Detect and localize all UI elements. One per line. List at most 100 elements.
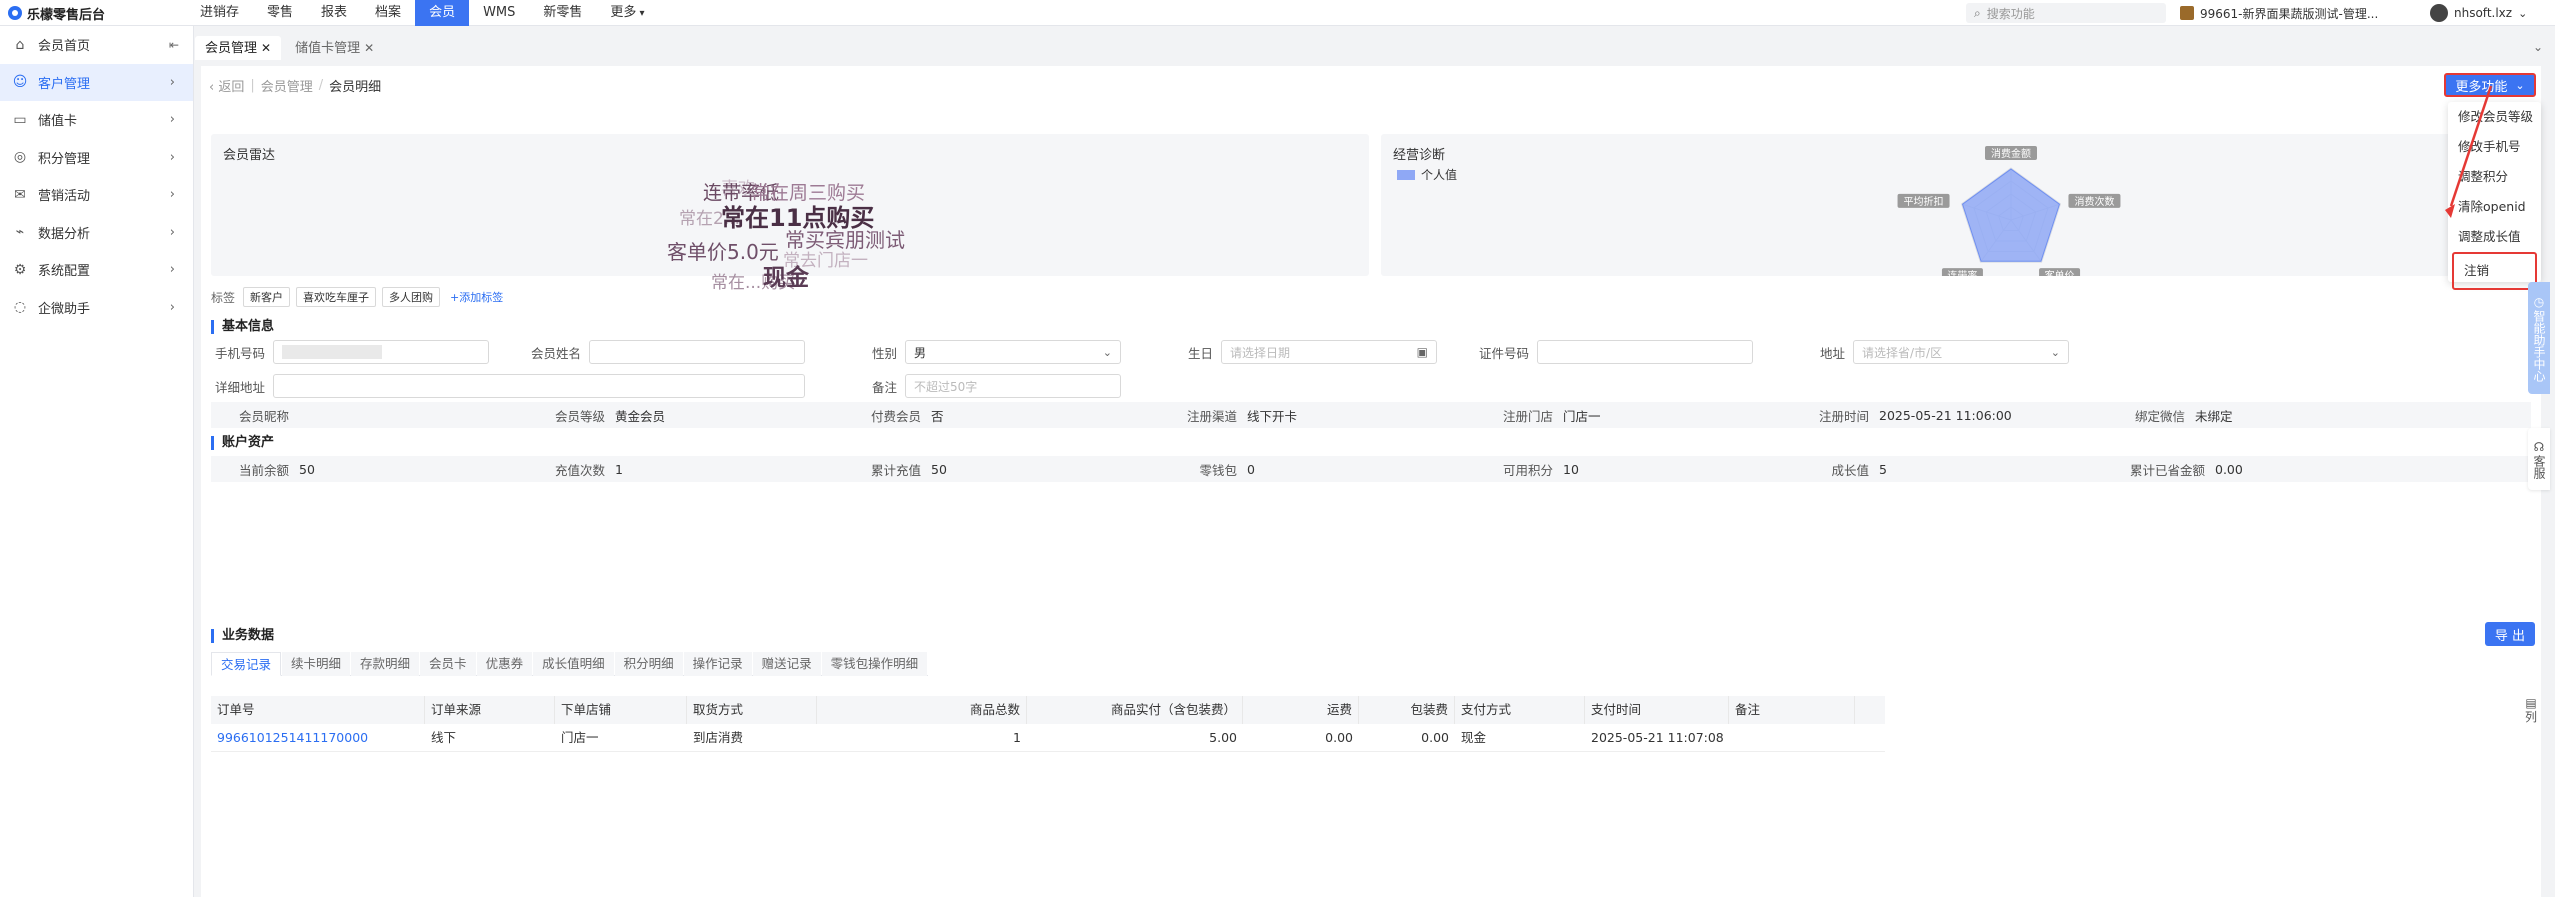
subtab-renewal[interactable]: 续卡明细 xyxy=(282,652,351,676)
remark-label: 备注 xyxy=(871,379,897,395)
menu-item-deregister[interactable]: 注销 xyxy=(2452,252,2537,290)
subtab-gifts[interactable]: 赠送记录 xyxy=(752,652,821,676)
subtab-coupons[interactable]: 优惠券 xyxy=(476,652,533,676)
calendar-icon: ▣ xyxy=(1416,345,1428,359)
region-placeholder: 请选择省/市/区 xyxy=(1862,345,1943,360)
back-link[interactable]: ‹ 返回 xyxy=(209,76,244,95)
kv-key: 累计已省金额 xyxy=(2129,462,2205,478)
detail-address-field: 详细地址 xyxy=(211,372,805,400)
birthday-picker[interactable]: 请选择日期 ▣ xyxy=(1221,340,1437,364)
member-name-input[interactable] xyxy=(589,340,805,364)
phone-field: 手机号码 xyxy=(211,338,489,366)
radar-axis-label: 消费次数 xyxy=(2074,195,2114,208)
subtab-operations[interactable]: 操作记录 xyxy=(683,652,752,676)
breadcrumb-parent[interactable]: 会员管理 xyxy=(261,76,313,95)
radar-chart: 消费金额消费次数客单价 连带率 平均折扣 xyxy=(1897,146,2121,276)
order-number-link[interactable]: 9966101251411170000 xyxy=(211,724,425,752)
column-header: 订单来源 xyxy=(425,696,555,724)
user-menu[interactable]: nhsoft.lxz ⌄ xyxy=(2430,3,2527,23)
kv-value: 线下开卡 xyxy=(1247,408,1298,424)
tag-item[interactable]: 多人团购 xyxy=(382,287,441,307)
nav-item-inventory[interactable]: 进销存 xyxy=(186,0,253,26)
sidebar-item-label: 系统配置 xyxy=(38,264,91,280)
sidebar-item-member-home[interactable]: ⌂ 会员首页 ⇤ xyxy=(0,26,193,64)
sidebar-item-analytics[interactable]: ⌁ 数据分析 › xyxy=(0,214,193,252)
customer-service-float[interactable]: ☊ 客服 xyxy=(2528,428,2550,490)
collapse-sidebar-icon[interactable]: ⇤ xyxy=(169,38,179,52)
table-header: 订单号 订单来源 下单店铺 取货方式 商品总数 商品实付（含包装费） 运费 包装… xyxy=(211,696,1885,724)
chevron-down-icon: ⌄ xyxy=(1102,345,1112,359)
nav-item-new-retail[interactable]: 新零售 xyxy=(529,0,596,26)
detail-address-input[interactable] xyxy=(273,374,805,398)
radar-axis-label: 平均折扣 xyxy=(1904,195,1944,208)
add-tag-button[interactable]: +添加标签 xyxy=(450,289,503,305)
nav-item-wms[interactable]: WMS xyxy=(469,0,529,26)
gender-select[interactable]: 男 ⌄ xyxy=(905,340,1121,364)
subtab-deposit[interactable]: 存款明细 xyxy=(351,652,420,676)
top-search-input[interactable]: ⌕ 搜索功能 xyxy=(1966,3,2166,23)
subtab-transactions[interactable]: 交易记录 xyxy=(211,652,282,676)
close-icon[interactable]: ✕ xyxy=(364,41,374,55)
nav-item-reports[interactable]: 报表 xyxy=(307,0,361,26)
tabs-more-icon[interactable]: ⌄ xyxy=(2533,40,2543,54)
nav-item-archive[interactable]: 档案 xyxy=(361,0,415,26)
coin-icon: ◎ xyxy=(13,149,27,166)
tag-item[interactable]: 喜欢吃车厘子 xyxy=(296,287,377,307)
kv-key: 充值次数 xyxy=(554,462,605,478)
region-select[interactable]: 请选择省/市/区 ⌄ xyxy=(1853,340,2069,364)
address-field: 地址 请选择省/市/区 ⌄ xyxy=(1791,338,2069,366)
remark-input[interactable]: 不超过50字 xyxy=(905,374,1121,398)
member-level: 会员等级 黄金会员 xyxy=(527,402,665,428)
phone-label: 手机号码 xyxy=(214,345,265,361)
sidebar-item-config[interactable]: ⚙ 系统配置 › xyxy=(0,251,193,289)
id-number-input[interactable] xyxy=(1537,340,1753,364)
nav-item-member[interactable]: 会员 xyxy=(415,0,470,26)
sidebar-item-label: 企微助手 xyxy=(38,301,91,317)
kv-key: 注册门店 xyxy=(1502,408,1553,424)
radar-series-area xyxy=(1961,168,2061,262)
subtab-wallet-ops[interactable]: 零钱包操作明细 xyxy=(821,652,928,676)
sidebar-item-points[interactable]: ◎ 积分管理 › xyxy=(0,139,193,177)
sidebar-item-wecom[interactable]: ◌ 企微助手 › xyxy=(0,289,193,327)
business-subtabs: 交易记录 续卡明细 存款明细 会员卡 优惠券 成长值明细 积分明细 操作记录 赠… xyxy=(211,652,929,676)
table-cell: 0.00 xyxy=(1421,730,1449,745)
breadcrumb-divider: | xyxy=(250,78,255,93)
sidebar-item-label: 储值卡 xyxy=(38,114,78,130)
app-logo[interactable]: 乐檬零售后台 xyxy=(8,4,105,23)
masked-phone xyxy=(282,345,382,359)
kv-key: 绑定微信 xyxy=(2134,408,2185,424)
kv-key: 注册时间 xyxy=(1818,408,1869,424)
store-selector[interactable]: 99661-新界面果蔬版测试-管理... xyxy=(2180,3,2400,23)
tab-stored-card-management[interactable]: 储值卡管理 ✕ xyxy=(285,36,384,60)
chevron-right-icon: › xyxy=(169,224,175,240)
kv-value: 否 xyxy=(931,408,944,424)
tag-item[interactable]: 新客户 xyxy=(243,287,291,307)
headset-icon: ☊ xyxy=(2533,440,2545,454)
app-root: 乐檬零售后台 进销存 零售 报表 档案 会员 WMS 新零售 更多 ▾ ⌕ 搜索功… xyxy=(0,0,2555,897)
phone-input[interactable] xyxy=(273,340,489,364)
nav-item-retail[interactable]: 零售 xyxy=(253,0,307,26)
transactions-table: 订单号 订单来源 下单店铺 取货方式 商品总数 商品实付（含包装费） 运费 包装… xyxy=(211,696,1885,752)
kv-value: 门店一 xyxy=(1563,408,1601,424)
chevron-down-icon: ⌄ xyxy=(2050,345,2060,359)
subtab-growth[interactable]: 成长值明细 xyxy=(533,652,614,676)
birthday-label: 生日 xyxy=(1187,345,1213,361)
user-icon: ☺ xyxy=(12,74,28,91)
export-button[interactable]: 导 出 xyxy=(2485,622,2535,646)
nav-item-more[interactable]: 更多 ▾ xyxy=(596,0,658,26)
column-settings-button[interactable]: ▤ 列 xyxy=(2521,696,2541,724)
table-cell: 门店一 xyxy=(561,730,599,745)
kv-key: 零钱包 xyxy=(1199,462,1237,478)
close-icon[interactable]: ✕ xyxy=(261,41,271,55)
tab-member-management[interactable]: 会员管理 ✕ xyxy=(195,36,282,60)
sidebar-item-stored-card[interactable]: ▭ 储值卡 › xyxy=(0,101,193,139)
smart-assistant-float[interactable]: ◷ 智能助手中心 xyxy=(2528,282,2550,394)
id-field: 证件号码 xyxy=(1475,338,1753,366)
subtab-member-card[interactable]: 会员卡 xyxy=(420,652,476,676)
sidebar-item-customer[interactable]: ☺ 客户管理 › xyxy=(0,63,193,101)
column-header: 运费 xyxy=(1243,696,1359,724)
tags-label: 标签 xyxy=(211,290,236,305)
sidebar-item-marketing[interactable]: ✉ 营销活动 › xyxy=(0,176,193,214)
subtab-points[interactable]: 积分明细 xyxy=(614,652,683,676)
id-label: 证件号码 xyxy=(1478,345,1529,361)
